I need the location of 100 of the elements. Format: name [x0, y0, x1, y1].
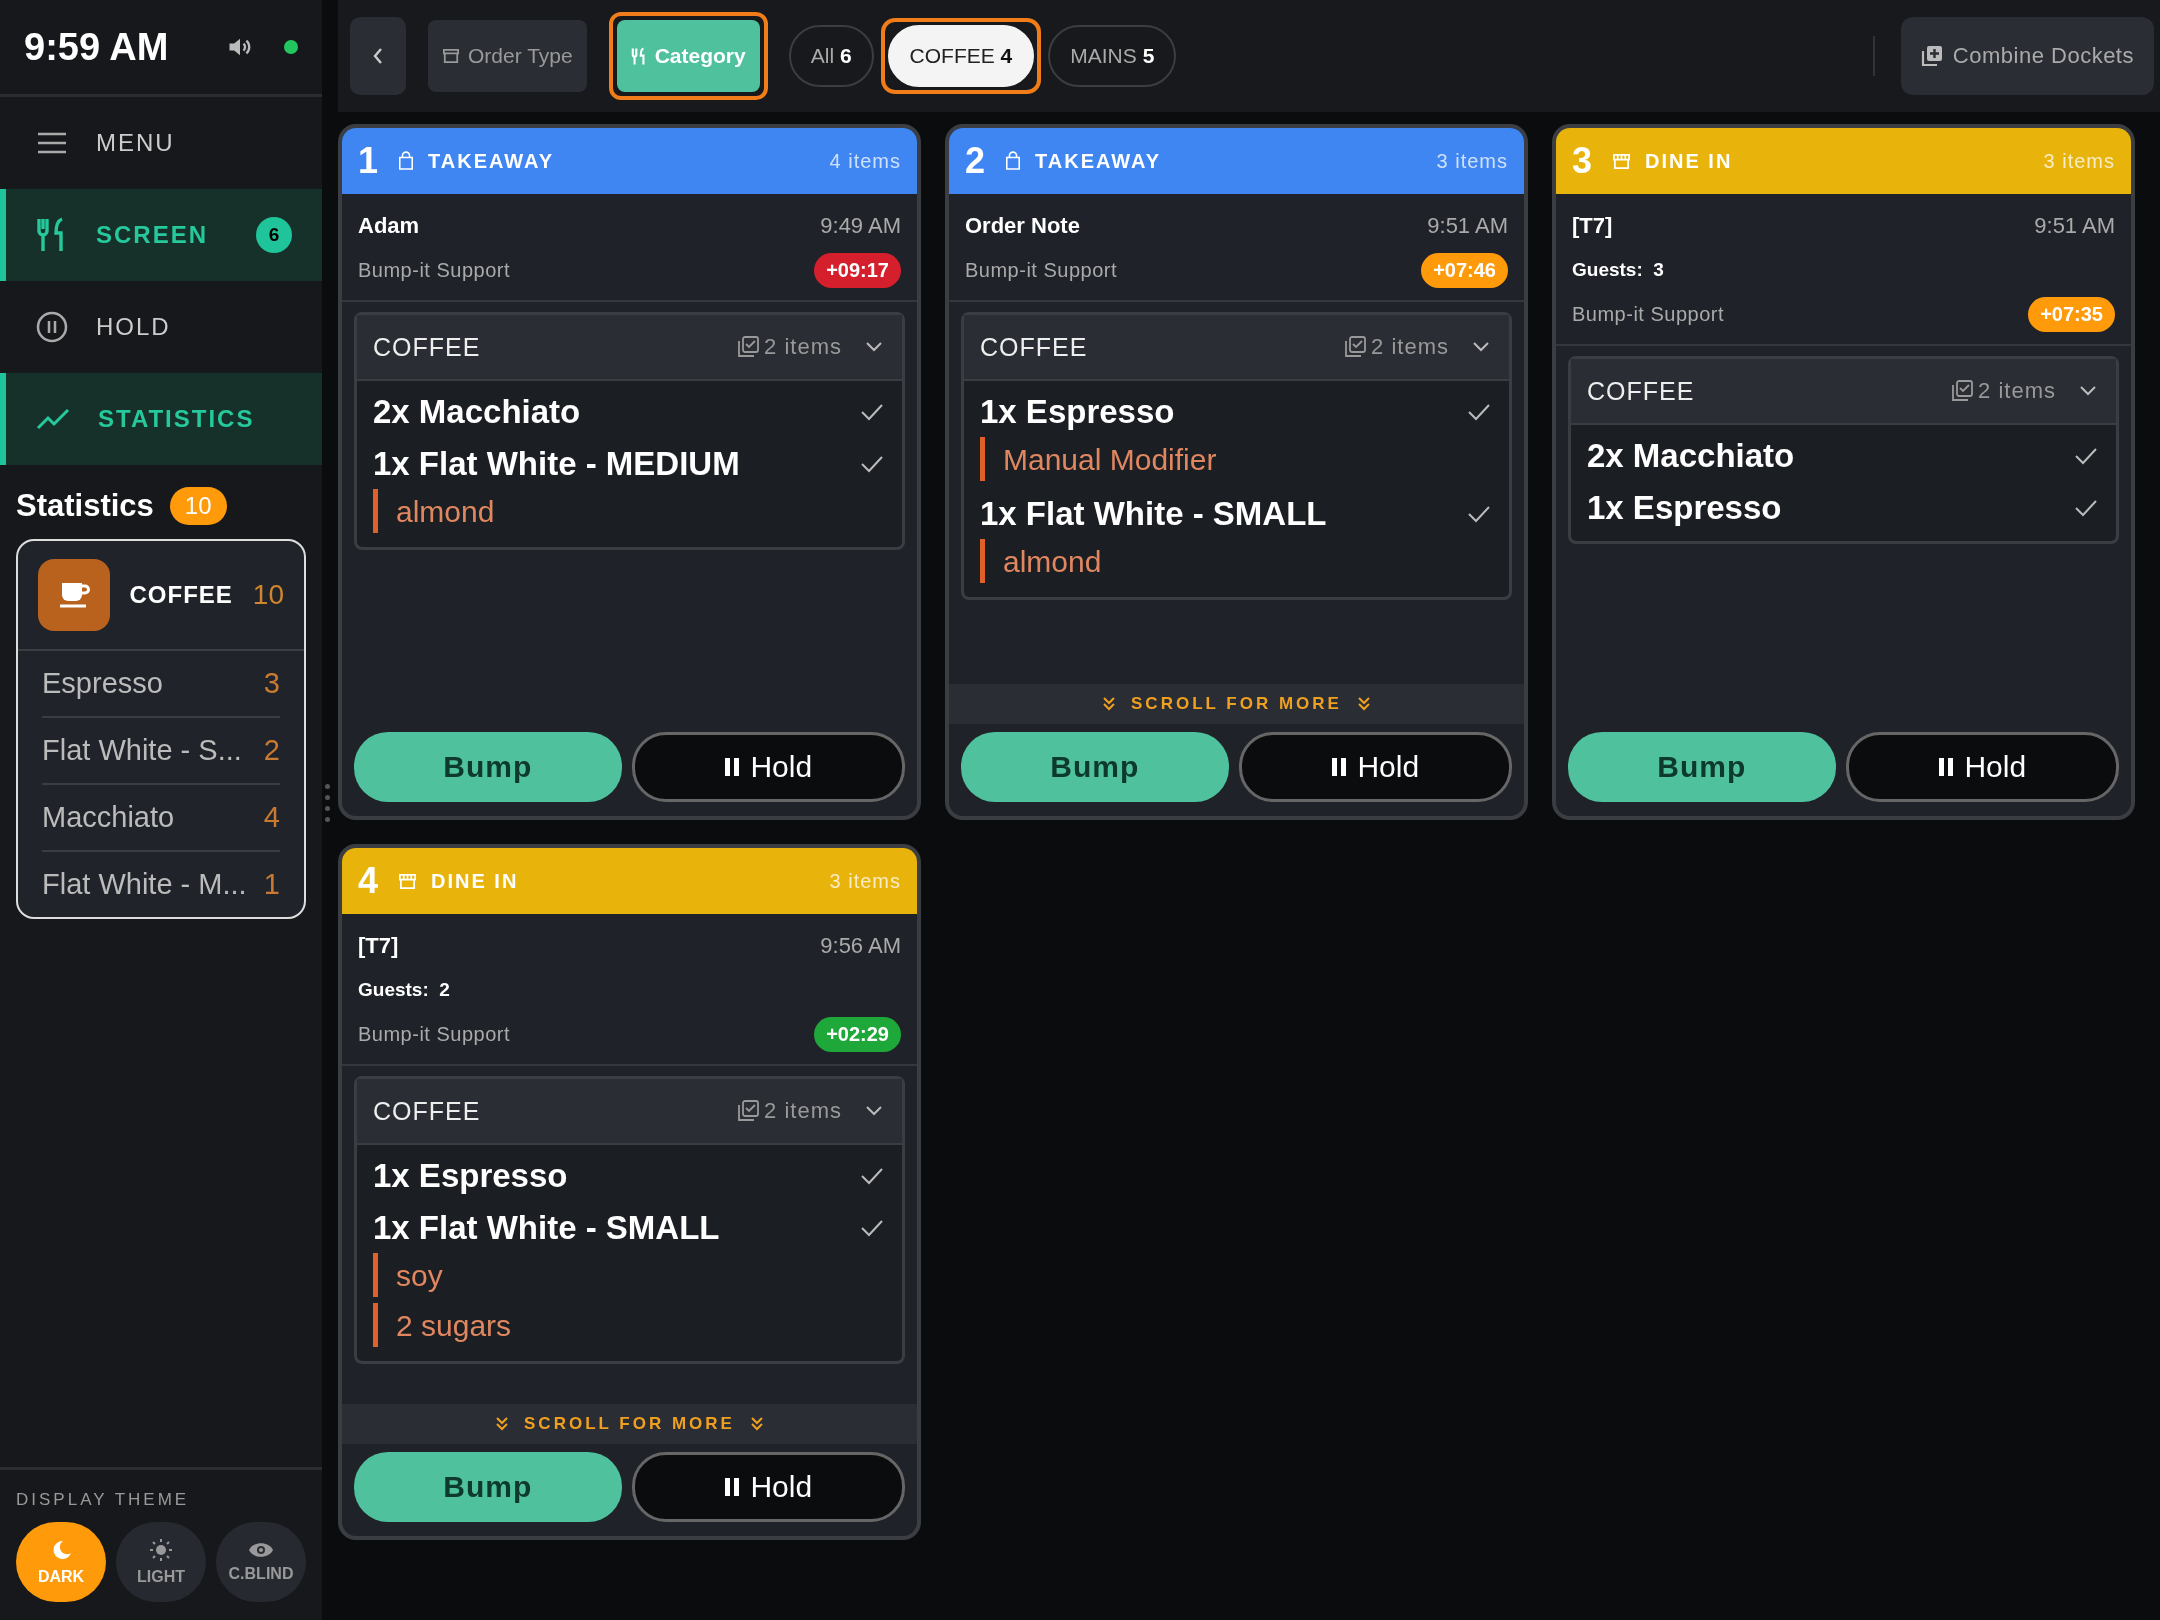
sun-icon: [149, 1538, 173, 1562]
checklist-icon: [736, 1099, 761, 1123]
product-name: Flat White - S...: [42, 734, 242, 767]
order-time: 9:49 AM: [820, 213, 901, 239]
customer-name: [T7]: [358, 933, 399, 959]
pause-icon: [1938, 757, 1955, 777]
order-time: 9:56 AM: [820, 933, 901, 959]
order-source: Bump-it Support: [358, 1022, 510, 1046]
check-icon[interactable]: [860, 403, 884, 421]
order-type: DINE IN: [431, 869, 519, 893]
product-count: 1: [263, 868, 280, 901]
combine-dockets-button[interactable]: Combine Dockets: [1900, 17, 2154, 95]
guests-count: Guests: 3: [1572, 259, 1664, 281]
add-stack-icon: [1920, 45, 1943, 67]
check-icon[interactable]: [860, 455, 884, 473]
product-count: 3: [263, 667, 280, 700]
cup-icon: [38, 559, 110, 631]
section-count: 2 items: [1371, 334, 1449, 360]
section-count: 2 items: [764, 334, 842, 360]
pause-icon: [724, 1477, 741, 1497]
pause-icon: [1331, 757, 1348, 777]
check-icon[interactable]: [1467, 403, 1491, 421]
nav-item[interactable]: SCREEN 6: [0, 189, 322, 281]
eye-icon: [248, 1541, 274, 1559]
customer-name: [T7]: [1572, 213, 1613, 239]
statistics-title: Statistics: [16, 488, 154, 524]
elapsed-timer: +07:35: [2028, 296, 2115, 332]
scroll-hint-text: SCROLL FOR MORE: [524, 1414, 735, 1434]
menu-icon: [36, 132, 68, 154]
order-number: 2: [965, 140, 986, 182]
section-title: COFFEE: [980, 332, 1088, 362]
double-chevron-down-icon: [750, 1417, 763, 1431]
order-time: 9:51 AM: [2034, 213, 2115, 239]
check-icon[interactable]: [2074, 499, 2098, 517]
bump-button[interactable]: Bump: [961, 732, 1229, 802]
bump-button[interactable]: Bump: [354, 732, 622, 802]
chevron-down-icon[interactable]: [1473, 342, 1489, 352]
section-count: 2 items: [1978, 378, 2056, 404]
filter-tab[interactable]: Order Type: [428, 20, 587, 92]
section-title: COFFEE: [1587, 376, 1695, 406]
guests-count: Guests: 2: [358, 979, 450, 1001]
pause-icon: [36, 311, 68, 343]
hold-button[interactable]: Hold: [1845, 732, 2119, 802]
pause-icon: [724, 757, 741, 777]
theme-button[interactable]: LIGHT: [116, 1522, 206, 1602]
bag-icon: [1005, 151, 1022, 171]
modifier-text: Manual Modifier: [980, 437, 1491, 481]
customer-name: Adam: [358, 213, 420, 239]
double-chevron-down-icon: [1103, 697, 1116, 711]
elapsed-timer: +09:17: [814, 252, 901, 288]
item-name: 1x Espresso: [1587, 489, 1782, 527]
check-icon[interactable]: [860, 1167, 884, 1185]
section-title: COFFEE: [373, 1096, 481, 1126]
check-icon[interactable]: [860, 1219, 884, 1237]
item-name: 2x Macchiato: [1587, 437, 1795, 475]
theme-button[interactable]: C.BLIND: [216, 1522, 306, 1602]
bump-button[interactable]: Bump: [354, 1452, 622, 1522]
nav-item[interactable]: MENU: [0, 97, 322, 189]
product-name: Flat White - M...: [42, 868, 247, 901]
order-source: Bump-it Support: [358, 258, 510, 282]
items-count: 4 items: [829, 149, 901, 173]
trend-icon: [36, 408, 70, 430]
chevron-down-icon[interactable]: [866, 342, 882, 352]
category-count: 10: [252, 579, 284, 611]
category-chip[interactable]: All 6: [788, 25, 874, 87]
checklist-icon: [736, 335, 761, 359]
store-icon: [398, 872, 418, 890]
store-icon: [1612, 152, 1632, 170]
bump-button[interactable]: Bump: [1568, 732, 1836, 802]
drag-handle-icon[interactable]: [325, 784, 330, 822]
items-count: 3 items: [1436, 149, 1508, 173]
item-name: 1x Flat White - SMALL: [980, 495, 1327, 533]
order-time: 9:51 AM: [1427, 213, 1508, 239]
theme-title: DISPLAY THEME: [16, 1490, 191, 1510]
product-count: 4: [263, 801, 280, 834]
count-badge: 6: [256, 217, 292, 253]
chevron-down-icon[interactable]: [2080, 386, 2096, 396]
product-name: Espresso: [42, 667, 163, 700]
bag-icon: [398, 151, 415, 171]
hold-button[interactable]: Hold: [1238, 732, 1512, 802]
nav-item[interactable]: HOLD: [0, 281, 322, 373]
nav-item[interactable]: STATISTICS: [0, 373, 322, 465]
modifier-text: almond: [373, 489, 884, 533]
order-type: DINE IN: [1645, 149, 1733, 173]
category-chip[interactable]: MAINS 5: [1048, 25, 1177, 87]
check-icon[interactable]: [2074, 447, 2098, 465]
checklist-icon: [1343, 335, 1368, 359]
elapsed-timer: +07:46: [1421, 252, 1508, 288]
order-type: TAKEAWAY: [1035, 149, 1162, 173]
item-name: 1x Flat White - MEDIUM: [373, 445, 740, 483]
chevron-down-icon[interactable]: [866, 1106, 882, 1116]
hold-button[interactable]: Hold: [631, 732, 905, 802]
items-count: 3 items: [2043, 149, 2115, 173]
double-chevron-down-icon: [1357, 697, 1370, 711]
scroll-hint-text: SCROLL FOR MORE: [1131, 694, 1342, 714]
check-icon[interactable]: [1467, 505, 1491, 523]
category-chip[interactable]: COFFEE 4: [887, 25, 1035, 87]
hold-button[interactable]: Hold: [631, 1452, 905, 1522]
category-name: COFFEE: [129, 581, 233, 609]
item-name: 1x Espresso: [980, 393, 1175, 431]
